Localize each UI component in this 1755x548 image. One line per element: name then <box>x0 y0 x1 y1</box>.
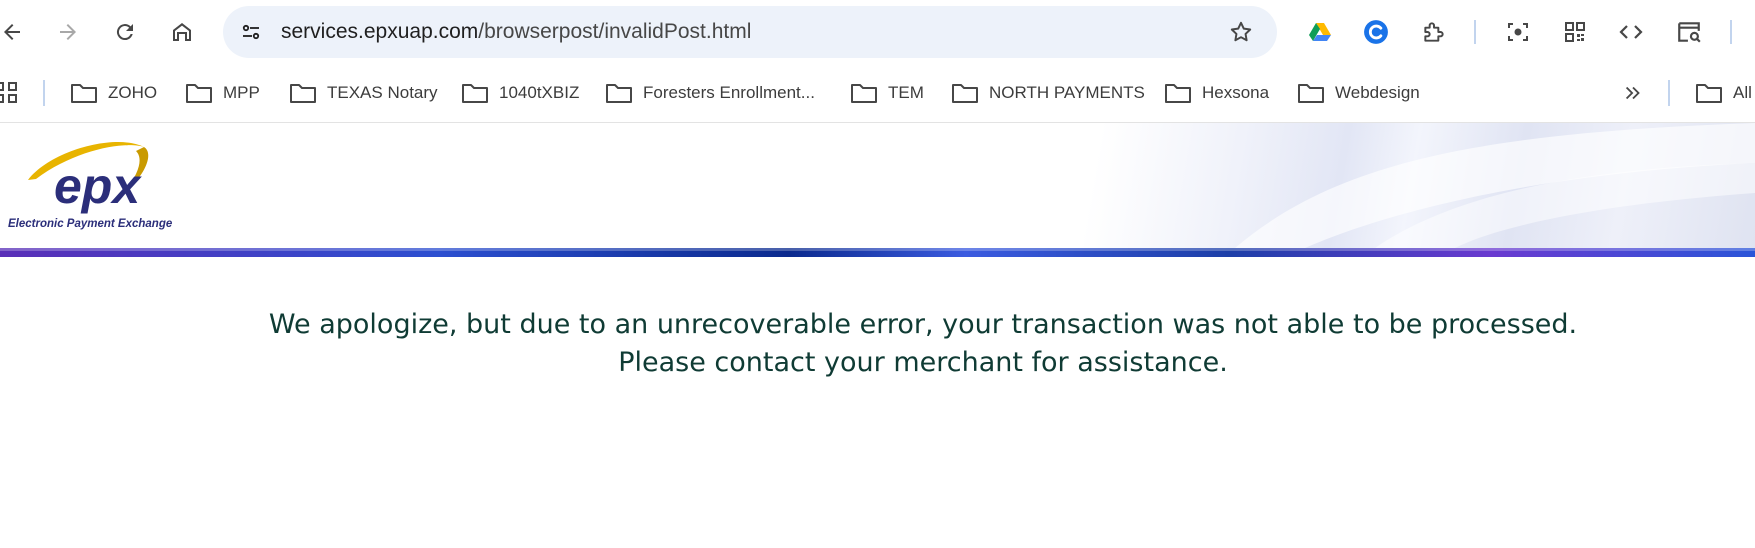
toolbar-separator <box>1730 20 1732 44</box>
extensions-puzzle-icon <box>1424 22 1444 42</box>
back-button[interactable] <box>0 14 30 50</box>
browser-toolbar: services.epxuap.com/browserpost/invalidP… <box>0 0 1755 64</box>
code-extension[interactable] <box>1614 15 1648 49</box>
bookmark-label: Webdesign <box>1335 83 1420 102</box>
bookmarks-separator <box>43 80 45 106</box>
toolbar-separator <box>1474 20 1476 44</box>
folder-icon <box>1165 84 1191 103</box>
site-info-icon <box>242 24 260 40</box>
header-swoosh-graphic <box>1235 123 1755 248</box>
extensions-button[interactable] <box>1417 15 1451 49</box>
site-info-button[interactable] <box>233 14 269 50</box>
error-message-line-1: We apologize, but due to an unrecoverabl… <box>268 309 1578 340</box>
all-bookmarks-label: All <box>1733 83 1752 102</box>
address-bar[interactable]: services.epxuap.com/browserpost/invalidP… <box>223 6 1277 58</box>
bookmarks-bar: ZOHO MPP TEXAS Notary 1040tXBIZ Forester… <box>0 64 1755 123</box>
error-message: We apologize, but due to an unrecoverabl… <box>0 306 1755 382</box>
folder-icon <box>1696 84 1722 103</box>
grammar-extension-icon <box>1364 20 1388 44</box>
reload-button[interactable] <box>107 14 143 50</box>
bookmark-folder-1040txbiz[interactable]: 1040tXBIZ <box>461 76 579 110</box>
error-message-line-2: Please contact your merchant for assista… <box>618 347 1228 378</box>
bookmark-folder-texas-notary[interactable]: TEXAS Notary <box>289 76 438 110</box>
folder-icon <box>606 84 632 103</box>
epx-header-banner <box>0 123 1755 248</box>
folder-icon <box>851 84 877 103</box>
bookmark-label: TEM <box>888 83 924 102</box>
epx-logo-caption: Electronic Payment Exchange <box>8 218 173 230</box>
epx-wordmark: epx <box>54 158 142 214</box>
bookmark-folder-mpp[interactable]: MPP <box>185 76 260 110</box>
bookmark-label: 1040tXBIZ <box>499 83 580 102</box>
home-icon <box>173 23 191 41</box>
bookmark-label: TEXAS Notary <box>327 83 438 102</box>
folder-icon <box>1298 84 1324 103</box>
bookmark-label: Hexsona <box>1202 83 1270 102</box>
screenshot-icon <box>1508 23 1528 41</box>
tab-search-icon <box>1678 22 1701 43</box>
bookmark-folder-webdesign[interactable]: Webdesign <box>1297 76 1420 110</box>
folder-icon <box>952 84 978 103</box>
google-drive-extension[interactable] <box>1303 15 1337 49</box>
forward-icon <box>60 24 76 40</box>
folder-icon <box>290 84 316 103</box>
bookmark-star-button[interactable] <box>1227 18 1255 46</box>
double-chevron-right-icon <box>1625 86 1640 100</box>
bookmark-label: Foresters Enrollment... <box>643 83 815 102</box>
all-bookmarks-button[interactable]: All <box>1695 76 1752 110</box>
folder-icon <box>462 84 488 103</box>
grammar-extension[interactable] <box>1359 15 1393 49</box>
apps-grid-icon[interactable] <box>0 82 22 104</box>
reload-icon <box>116 24 133 41</box>
bookmark-folder-hexsona[interactable]: Hexsona <box>1164 76 1269 110</box>
folder-icon <box>186 84 212 103</box>
bookmark-label: MPP <box>223 83 260 102</box>
url-path: /browserpost/invalidPost.html <box>478 20 752 43</box>
back-icon <box>4 24 20 40</box>
bookmarks-overflow-button[interactable] <box>1618 78 1648 108</box>
qr-code-extension[interactable] <box>1558 15 1592 49</box>
bookmark-folder-zoho[interactable]: ZOHO <box>70 76 157 110</box>
bookmark-star-icon <box>1230 21 1252 42</box>
home-button[interactable] <box>164 14 200 50</box>
bookmark-label: NORTH PAYMENTS <box>989 83 1145 102</box>
screenshot-extension[interactable] <box>1501 15 1535 49</box>
bookmark-label: ZOHO <box>108 83 158 102</box>
header-divider-stripe <box>0 248 1755 257</box>
bookmark-folder-north-payments[interactable]: NORTH PAYMENTS <box>951 76 1145 110</box>
folder-icon <box>71 84 97 103</box>
forward-button[interactable] <box>50 14 86 50</box>
bookmark-folder-tem[interactable]: TEM <box>850 76 924 110</box>
bookmarks-separator <box>1668 80 1670 106</box>
tab-search-button[interactable] <box>1672 15 1706 49</box>
qr-code-icon <box>1565 22 1585 42</box>
code-icon <box>1619 25 1643 39</box>
url-host: services.epxuap.com <box>281 20 479 43</box>
url-text[interactable]: services.epxuap.com/browserpost/invalidP… <box>281 20 751 44</box>
bookmark-folder-foresters[interactable]: Foresters Enrollment... <box>605 76 815 110</box>
google-drive-icon <box>1309 23 1331 41</box>
